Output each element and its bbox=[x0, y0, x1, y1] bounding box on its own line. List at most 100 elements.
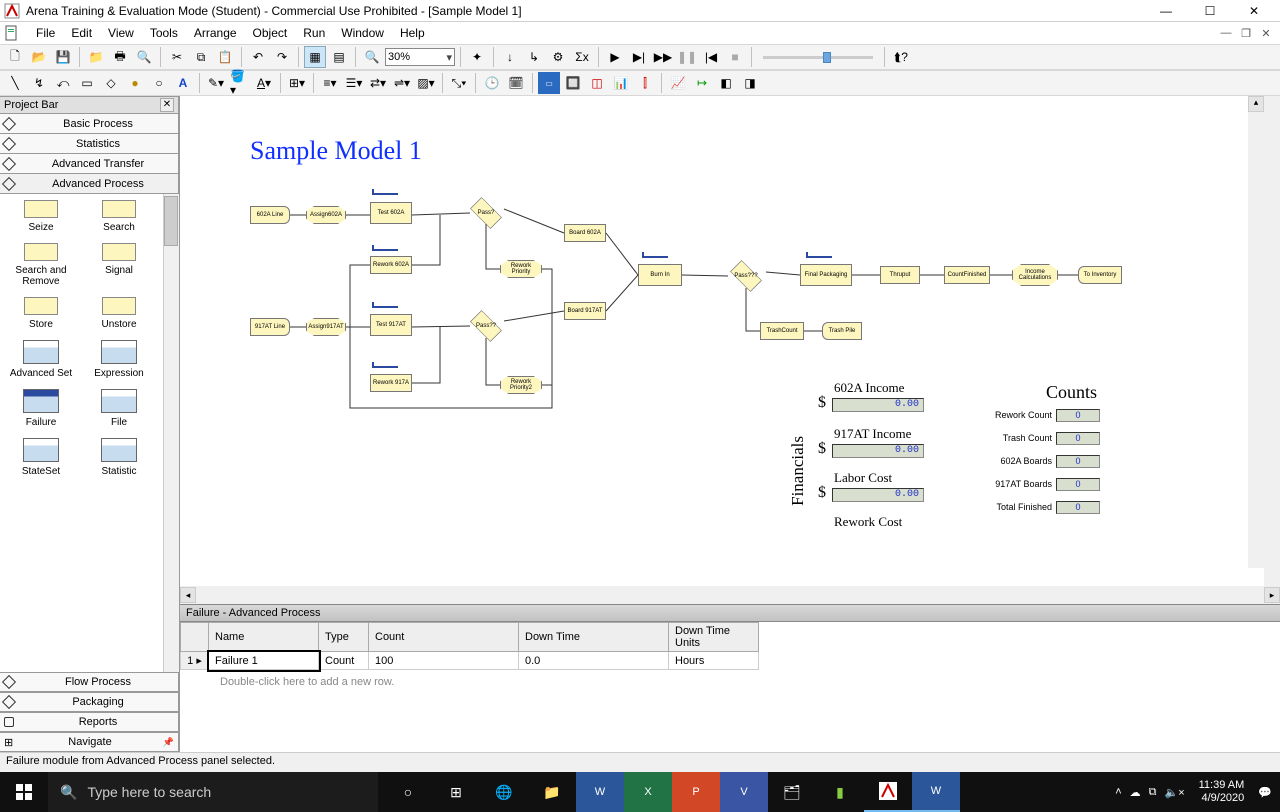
block-countfinished[interactable]: CountFinished bbox=[944, 266, 990, 284]
taskbar-app2[interactable]: ▮ bbox=[816, 772, 864, 812]
taskbar-word[interactable]: W bbox=[576, 772, 624, 812]
taskbar-word2[interactable]: W bbox=[912, 772, 960, 812]
taskbar-powerpoint[interactable]: P bbox=[672, 772, 720, 812]
run-step-button[interactable]: ▶| bbox=[628, 46, 650, 68]
plot-red-icon[interactable]: ◫ bbox=[586, 72, 608, 94]
flip-button[interactable]: ⇌▾ bbox=[391, 72, 413, 94]
redo-button[interactable]: ↷ bbox=[271, 46, 293, 68]
rect-tool[interactable]: ▭ bbox=[76, 72, 98, 94]
panel-basic-process[interactable]: Basic Process bbox=[0, 114, 179, 134]
module-store[interactable]: Store bbox=[2, 297, 80, 330]
block-assign917[interactable]: Assign917AT bbox=[306, 318, 346, 336]
block-finalpack[interactable]: Final Packaging bbox=[800, 264, 852, 286]
system-tray[interactable]: ˄ ☁ ⧉ 🔈× 11:39 AM 4/9/2020 💬 bbox=[1107, 779, 1280, 805]
taskbar-explorer[interactable]: 📁 bbox=[528, 772, 576, 812]
module-failure[interactable]: Failure bbox=[2, 389, 80, 428]
align-v-button[interactable]: ☰▾ bbox=[343, 72, 365, 94]
menu-window[interactable]: Window bbox=[333, 24, 392, 42]
zoom-tool-button[interactable]: 🔍 bbox=[361, 46, 383, 68]
taskbar-chrome[interactable]: 🌐 bbox=[480, 772, 528, 812]
panel-flow-process[interactable]: Flow Process bbox=[0, 672, 179, 692]
block-rework-priority[interactable]: Rework Priority bbox=[500, 260, 542, 278]
col-downtime[interactable]: Down Time bbox=[519, 623, 669, 652]
menu-run[interactable]: Run bbox=[295, 24, 333, 42]
menu-edit[interactable]: Edit bbox=[63, 24, 100, 42]
cut-button[interactable]: ✂ bbox=[166, 46, 188, 68]
close-button[interactable]: ✕ bbox=[1232, 0, 1276, 22]
menu-help[interactable]: Help bbox=[392, 24, 433, 42]
module-expression[interactable]: Expression bbox=[80, 340, 158, 379]
module-search[interactable]: Search bbox=[80, 200, 158, 233]
zoom-combo[interactable]: 30%▾ bbox=[385, 48, 455, 66]
start-button[interactable] bbox=[0, 772, 48, 812]
block-pass3-decide[interactable]: Pass??? bbox=[726, 262, 766, 290]
block-test917[interactable]: Test 917AT bbox=[370, 314, 412, 336]
help-pointer-button[interactable]: ⮬? bbox=[890, 46, 912, 68]
sigma-button[interactable]: Σx bbox=[571, 46, 593, 68]
cell-downtime[interactable]: 0.0 bbox=[519, 652, 669, 670]
date-icon[interactable]: 🗓 bbox=[505, 72, 527, 94]
tray-volume-icon[interactable]: 🔈× bbox=[1165, 786, 1185, 799]
toggle-layers2-button[interactable]: ▤ bbox=[328, 46, 350, 68]
level-icon[interactable]: ⫿ bbox=[634, 72, 656, 94]
module-file[interactable]: File bbox=[80, 389, 158, 428]
run-fast-button[interactable]: ▶▶ bbox=[652, 46, 674, 68]
tray-chevron-icon[interactable]: ˄ bbox=[1115, 786, 1121, 798]
run-go-button[interactable]: ▶ bbox=[604, 46, 626, 68]
cortana-icon[interactable]: ○ bbox=[384, 772, 432, 812]
distribute-button[interactable]: ⇄▾ bbox=[367, 72, 389, 94]
ellipse-fill-tool[interactable]: ● bbox=[124, 72, 146, 94]
linecolor-button[interactable]: ✎▾ bbox=[205, 72, 227, 94]
cell-name[interactable]: Failure 1 bbox=[209, 652, 319, 670]
block-917at-line[interactable]: 917AT Line bbox=[250, 318, 290, 336]
save-button[interactable]: 💾 bbox=[52, 46, 74, 68]
module-statistic[interactable]: Statistic bbox=[80, 438, 158, 477]
speed-slider[interactable] bbox=[763, 56, 873, 59]
panel-statistics[interactable]: Statistics bbox=[0, 134, 179, 154]
block-rework917[interactable]: Rework 917A bbox=[370, 374, 412, 392]
queue-icon[interactable]: 🔲 bbox=[562, 72, 584, 94]
fillcolor-button[interactable]: 🪣▾ bbox=[229, 72, 251, 94]
block-trashpile[interactable]: Trash Pile bbox=[822, 322, 862, 340]
expr-button[interactable]: ⚙ bbox=[547, 46, 569, 68]
open-button[interactable]: 📂 bbox=[28, 46, 50, 68]
canvas-vscroll[interactable]: ▴ bbox=[1248, 96, 1264, 568]
arc-tool[interactable]: ⤺ bbox=[52, 72, 74, 94]
col-units[interactable]: Down Time Units bbox=[669, 623, 759, 652]
align-h-button[interactable]: ≡▾ bbox=[319, 72, 341, 94]
taskbar-visio[interactable]: V bbox=[720, 772, 768, 812]
block-board602a[interactable]: Board 602A bbox=[564, 224, 606, 242]
linestyle-button[interactable]: ⊞▾ bbox=[286, 72, 308, 94]
block-pass-decide[interactable]: Pass? bbox=[466, 199, 506, 227]
col-type[interactable]: Type bbox=[319, 623, 369, 652]
mdi-close-button[interactable]: ✕ bbox=[1256, 27, 1276, 40]
maximize-button[interactable]: ☐ bbox=[1188, 0, 1232, 22]
hist-icon[interactable]: 📊 bbox=[610, 72, 632, 94]
chart-icon[interactable]: 📈 bbox=[667, 72, 689, 94]
model-canvas[interactable]: Sample Model 1 602A Line Assign602A Test… bbox=[180, 96, 1280, 586]
menu-object[interactable]: Object bbox=[245, 24, 296, 42]
toggle-layers-button[interactable]: ▦ bbox=[304, 46, 326, 68]
text-tool[interactable]: A bbox=[172, 72, 194, 94]
run-stop-button[interactable]: ■ bbox=[724, 46, 746, 68]
block-burnin[interactable]: Burn In bbox=[638, 264, 682, 286]
module-scrollbar[interactable] bbox=[163, 194, 179, 672]
block-rework602a[interactable]: Rework 602A bbox=[370, 256, 412, 274]
taskbar-excel[interactable]: X bbox=[624, 772, 672, 812]
mdi-restore-button[interactable]: ❐ bbox=[1236, 27, 1256, 40]
run-pause-button[interactable]: ❚❚ bbox=[676, 46, 698, 68]
panel-advanced-transfer[interactable]: Advanced Transfer bbox=[0, 154, 179, 174]
menu-tools[interactable]: Tools bbox=[142, 24, 186, 42]
preview-button[interactable]: 🔍 bbox=[133, 46, 155, 68]
module-stateset[interactable]: StateSet bbox=[2, 438, 80, 477]
resource-icon[interactable]: ◨ bbox=[739, 72, 761, 94]
copy-button[interactable]: ⧉ bbox=[190, 46, 212, 68]
module-search-remove[interactable]: Search and Remove bbox=[2, 243, 80, 287]
col-name[interactable]: Name bbox=[209, 623, 319, 652]
new-button[interactable]: 🗋 bbox=[4, 46, 26, 68]
arrow-green-icon[interactable]: ↦ bbox=[691, 72, 713, 94]
block-602a-line[interactable]: 602A Line bbox=[250, 206, 290, 224]
panel-reports[interactable]: Reports bbox=[0, 712, 179, 732]
panel-packaging[interactable]: Packaging bbox=[0, 692, 179, 712]
ellipse-tool[interactable]: ○ bbox=[148, 72, 170, 94]
